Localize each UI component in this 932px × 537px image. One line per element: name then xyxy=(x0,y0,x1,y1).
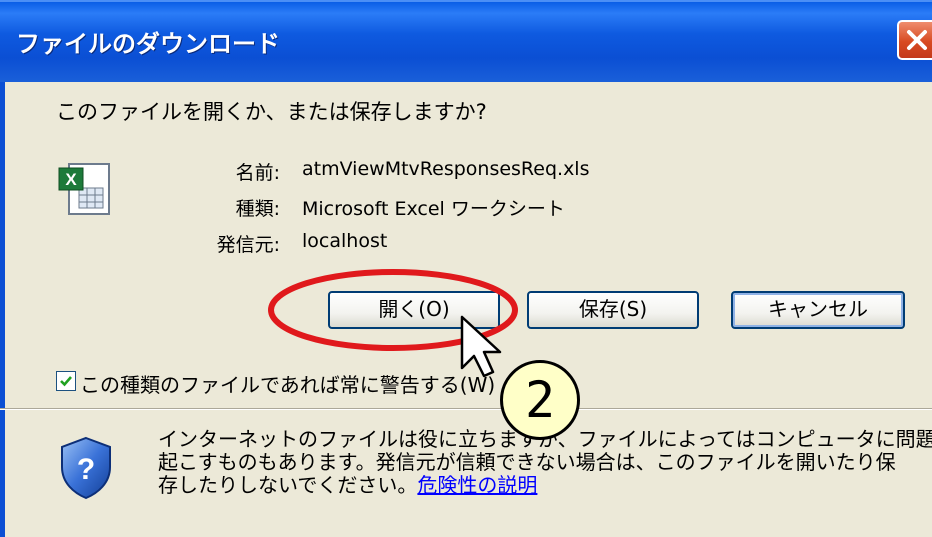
warning-line-3: 存したりしないでください。危険性の説明 xyxy=(158,474,918,497)
risk-explanation-link[interactable]: 危険性の説明 xyxy=(417,473,537,497)
source-value: localhost xyxy=(302,230,388,252)
warning-line-3-text: 存したりしないでください。 xyxy=(158,473,418,497)
always-warn-checkbox[interactable] xyxy=(56,371,76,391)
window-border xyxy=(0,82,5,537)
type-label: 種類: xyxy=(235,198,280,220)
step-number: 2 xyxy=(524,371,556,429)
file-download-dialog: ファイルのダウンロード このファイルを開くか、または保存しますか? X 名前: … xyxy=(0,0,932,537)
close-icon xyxy=(907,30,927,50)
divider xyxy=(0,408,932,410)
type-value: Microsoft Excel ワークシート xyxy=(302,198,565,220)
checkmark-icon xyxy=(60,376,72,387)
svg-text:?: ? xyxy=(77,453,95,486)
title-bar[interactable]: ファイルのダウンロード xyxy=(0,0,932,82)
security-shield-icon: ? xyxy=(61,436,111,500)
close-button[interactable] xyxy=(897,20,932,60)
question-text: このファイルを開くか、または保存しますか? xyxy=(56,100,487,124)
always-warn-label: この種類のファイルであれば常に警告する(W) xyxy=(80,373,496,397)
source-label: 発信元: xyxy=(216,234,280,256)
warning-line-2: 起こすものもあります。発信元が信頼できない場合は、このファイルを開いたり保 xyxy=(158,450,896,474)
name-value: atmViewMtvResponsesReq.xls xyxy=(302,158,590,180)
dialog-title: ファイルのダウンロード xyxy=(16,30,280,58)
save-button[interactable]: 保存(S) xyxy=(527,291,699,329)
open-button[interactable]: 開く(O) xyxy=(328,291,500,329)
name-label: 名前: xyxy=(235,162,280,184)
cancel-button[interactable]: キャンセル xyxy=(731,291,905,329)
step-badge: 2 xyxy=(500,360,580,440)
